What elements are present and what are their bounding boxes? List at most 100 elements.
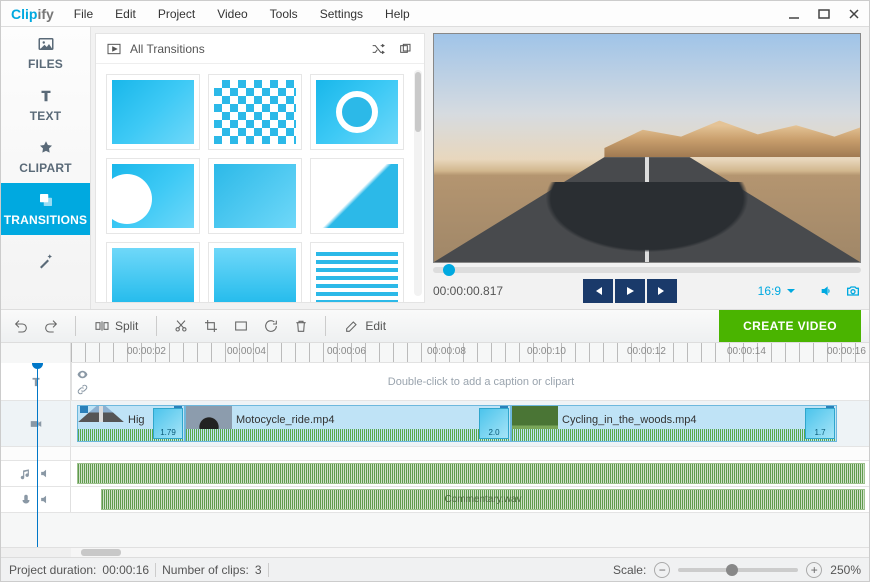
- video-track-icon: [29, 417, 43, 431]
- volume-icon[interactable]: [819, 283, 835, 299]
- video-clip[interactable]: Hig 1.79: [77, 405, 185, 442]
- chevron-down-icon: [785, 285, 797, 297]
- audio-clip-commentary[interactable]: Commentary.wav: [101, 489, 865, 510]
- text-track-icon: [29, 375, 43, 389]
- time-ruler[interactable]: 00:00:02 00:00:04 00:00:06 00:00:08 00:0…: [71, 343, 869, 363]
- shuffle-icon[interactable]: [370, 41, 386, 57]
- track-head-video: [1, 401, 71, 446]
- volume-icon[interactable]: [39, 467, 52, 480]
- rotate-button[interactable]: [259, 314, 283, 338]
- transition-thumb[interactable]: [208, 158, 302, 234]
- zoom-slider[interactable]: [678, 568, 798, 572]
- sidebar-label: TEXT: [30, 109, 61, 123]
- transition-thumb[interactable]: [310, 74, 404, 150]
- create-video-button[interactable]: CREATE VIDEO: [719, 310, 861, 342]
- track-head-voice: [1, 487, 71, 512]
- video-track-lane[interactable]: Hig 1.79 Motocycle_ride.mp4 2.0: [71, 401, 869, 446]
- window-maximize-button[interactable]: [809, 3, 839, 25]
- timeline-h-scroll[interactable]: [1, 547, 869, 557]
- next-button[interactable]: [647, 279, 677, 303]
- text-icon: [37, 87, 55, 105]
- transitions-panel: All Transitions: [95, 33, 425, 303]
- sidebar-item-clipart[interactable]: CLIPART: [1, 131, 90, 183]
- scale-label: Scale:: [613, 563, 646, 577]
- play-button[interactable]: [615, 279, 645, 303]
- menu-help[interactable]: Help: [375, 3, 420, 25]
- window-minimize-button[interactable]: [779, 3, 809, 25]
- snapshot-icon[interactable]: [845, 283, 861, 299]
- zoom-out-button[interactable]: −: [654, 562, 670, 578]
- transition-thumb[interactable]: [106, 158, 200, 234]
- edit-button[interactable]: Edit: [338, 314, 392, 338]
- project-duration-label: Project duration:: [9, 563, 96, 577]
- image-icon: [37, 35, 55, 53]
- aspect-ratio-button[interactable]: 16:9: [758, 284, 797, 298]
- preview-video[interactable]: [433, 33, 861, 263]
- timeline: 00:00:02 00:00:04 00:00:06 00:00:08 00:0…: [1, 343, 869, 557]
- volume-icon[interactable]: [39, 493, 52, 506]
- seek-bar[interactable]: [433, 267, 861, 273]
- text-track-hint: Double-click to add a caption or clipart: [388, 376, 574, 388]
- zoom-value: 250%: [830, 563, 861, 577]
- crop-button[interactable]: [199, 314, 223, 338]
- sidebar-item-text[interactable]: TEXT: [1, 79, 90, 131]
- sidebar-label: CLIPART: [19, 161, 72, 175]
- menu-settings[interactable]: Settings: [310, 3, 373, 25]
- timeline-toolbar: Split Edit CREATE VIDEO: [1, 309, 869, 343]
- prev-button[interactable]: [583, 279, 613, 303]
- panel-scrollbar[interactable]: [414, 70, 422, 296]
- transition-thumb[interactable]: [310, 158, 404, 234]
- main-menu: File Edit Project Video Tools Settings H…: [64, 3, 420, 25]
- transition-thumb[interactable]: [208, 242, 302, 302]
- cut-button[interactable]: [169, 314, 193, 338]
- ruler-head: [1, 343, 71, 363]
- audio-clip[interactable]: [77, 463, 865, 484]
- sidebar: FILES TEXT CLIPART TRANSITIONS: [1, 27, 91, 309]
- sidebar-item-files[interactable]: FILES: [1, 27, 90, 79]
- music-track-lane[interactable]: [71, 461, 869, 486]
- redo-button[interactable]: [39, 314, 63, 338]
- sidebar-label: FILES: [28, 57, 63, 71]
- menu-video[interactable]: Video: [207, 3, 257, 25]
- zoom-in-button[interactable]: +: [806, 562, 822, 578]
- menu-project[interactable]: Project: [148, 3, 205, 25]
- menu-tools[interactable]: Tools: [260, 3, 308, 25]
- mic-track-icon: [19, 493, 33, 507]
- star-icon: [37, 139, 55, 157]
- stack-icon[interactable]: [398, 41, 414, 57]
- timecode: 00:00:00.817: [433, 284, 503, 298]
- link-icon[interactable]: [76, 383, 89, 396]
- split-button[interactable]: Split: [88, 314, 144, 338]
- transition-thumb[interactable]: [106, 242, 200, 302]
- frame-button[interactable]: [229, 314, 253, 338]
- music-track-icon: [19, 467, 33, 481]
- menu-bar: Clipify File Edit Project Video Tools Se…: [1, 1, 869, 27]
- play-box-icon: [106, 41, 122, 57]
- track-head-music: [1, 461, 71, 486]
- text-track-lane[interactable]: Double-click to add a caption or clipart: [93, 363, 869, 400]
- video-clip[interactable]: Cycling_in_the_woods.mp4 1.7: [511, 405, 837, 442]
- video-clip[interactable]: Motocycle_ride.mp4 2.0: [185, 405, 511, 442]
- undo-button[interactable]: [9, 314, 33, 338]
- clip-count-label: Number of clips:: [162, 563, 249, 577]
- transition-thumb[interactable]: [106, 74, 200, 150]
- menu-file[interactable]: File: [64, 3, 103, 25]
- status-bar: Project duration: 00:00:16 Number of cli…: [1, 557, 869, 581]
- clip-count-value: 3: [255, 563, 262, 577]
- transition-thumb[interactable]: [310, 242, 404, 302]
- app-logo: Clipify: [1, 6, 64, 22]
- eye-icon[interactable]: [76, 368, 89, 381]
- transition-thumb[interactable]: [208, 74, 302, 150]
- playhead[interactable]: [37, 363, 38, 547]
- sidebar-item-transitions[interactable]: TRANSITIONS: [1, 183, 90, 235]
- window-close-button[interactable]: [839, 3, 869, 25]
- voice-track-lane[interactable]: Commentary.wav: [71, 487, 869, 512]
- transitions-icon: [37, 191, 55, 209]
- preview-pane: 00:00:00.817 16:9: [429, 27, 869, 309]
- sidebar-label: TRANSITIONS: [4, 213, 88, 227]
- transition-grid: [106, 74, 418, 302]
- wand-icon: [37, 252, 55, 270]
- menu-edit[interactable]: Edit: [105, 3, 146, 25]
- sidebar-item-effects[interactable]: [1, 235, 90, 287]
- delete-button[interactable]: [289, 314, 313, 338]
